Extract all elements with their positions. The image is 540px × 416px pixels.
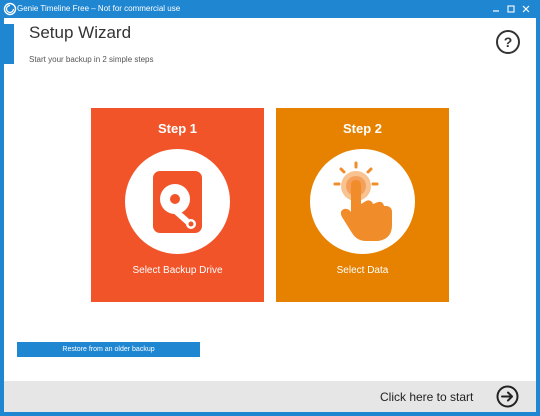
title-bar[interactable]: Genie Timeline Free – Not for commercial… bbox=[0, 0, 540, 18]
step1-select-backup-drive-tile[interactable]: Step 1 Select Backup Drive bbox=[91, 108, 264, 302]
arrow-right-circle-icon[interactable] bbox=[496, 385, 519, 408]
wizard-content: Setup Wizard Start your backup in 2 simp… bbox=[4, 18, 536, 412]
start-link[interactable]: Click here to start bbox=[380, 390, 473, 404]
step2-caption: Select Data bbox=[336, 265, 389, 276]
genie-app-icon bbox=[3, 2, 17, 16]
restore-older-backup-button[interactable]: Restore from an older backup bbox=[17, 342, 200, 357]
step1-icon-circle bbox=[125, 149, 230, 254]
maximize-icon bbox=[507, 5, 515, 13]
minimize-icon bbox=[493, 10, 499, 12]
step1-label: Step 1 bbox=[157, 121, 197, 136]
step2-icon-circle bbox=[310, 149, 415, 254]
touch-hand-icon bbox=[333, 161, 392, 241]
header-accent-bar bbox=[4, 24, 14, 64]
minimize-button[interactable] bbox=[488, 1, 504, 17]
app-window: Genie Timeline Free – Not for commercial… bbox=[0, 0, 540, 416]
page-title: Setup Wizard bbox=[29, 23, 132, 42]
help-button[interactable]: ? bbox=[496, 30, 520, 54]
step2-label: Step 2 bbox=[342, 121, 382, 136]
window-title: Genie Timeline Free – Not for commercial… bbox=[17, 4, 181, 13]
step1-caption: Select Backup Drive bbox=[132, 265, 223, 276]
hard-drive-icon bbox=[153, 171, 202, 233]
close-icon bbox=[522, 5, 530, 13]
step2-select-data-tile[interactable]: Step 2 Select Data bbox=[276, 108, 449, 302]
close-button[interactable] bbox=[518, 1, 534, 17]
page-subtitle: Start your backup in 2 simple steps bbox=[29, 55, 154, 64]
maximize-button[interactable] bbox=[503, 1, 519, 17]
footer-bar: Click here to start bbox=[4, 381, 536, 412]
